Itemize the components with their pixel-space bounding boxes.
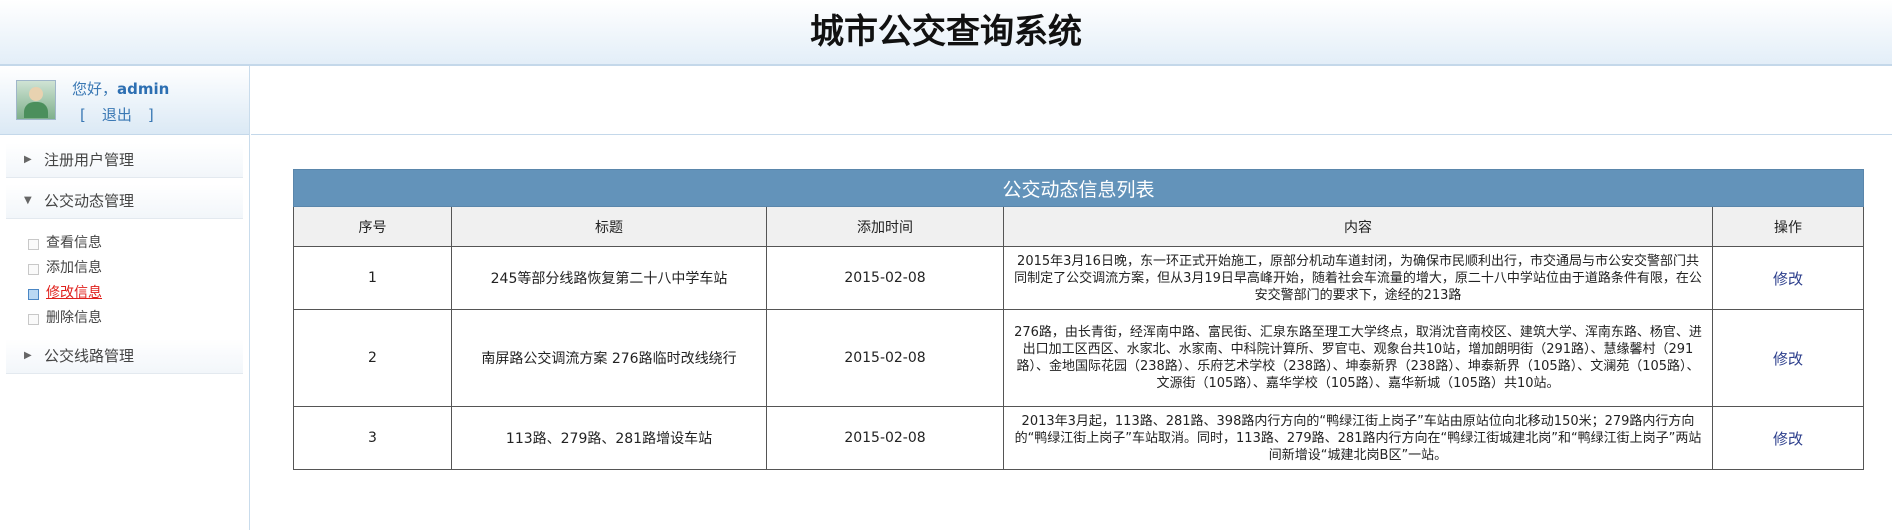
square-bullet-icon	[28, 264, 39, 275]
logout-link[interactable]: [ 退出]	[72, 104, 162, 125]
cell-no: 3	[293, 406, 452, 470]
avatar-body	[24, 102, 48, 118]
sidebar-item-delete[interactable]: 删除信息	[28, 306, 249, 331]
sidebar-item-view[interactable]: 查看信息	[28, 231, 249, 256]
table-caption: 公交动态信息列表	[293, 169, 1864, 207]
table-header-row: 序号 标题 添加时间 内容 操作	[293, 206, 1864, 247]
cell-date: 2015-02-08	[766, 406, 1004, 470]
cell-no: 1	[293, 246, 452, 310]
logout-label[interactable]: 退出	[102, 106, 132, 124]
top-bar	[251, 66, 1892, 135]
cell-title: 南屏路公交调流方案 276路临时改线绕行	[451, 309, 767, 407]
avatar-head	[29, 87, 43, 101]
triangle-down-icon: ▼	[24, 195, 32, 206]
user-name: admin	[117, 80, 170, 98]
app-title: 城市公交查询系统	[810, 12, 1082, 52]
col-header-action: 操作	[1712, 206, 1864, 247]
sidebar-section-routes[interactable]: ▶ 公交线路管理	[6, 339, 243, 374]
sidebar-subitems: 查看信息 添加信息 修改信息 删除信息	[0, 225, 249, 339]
cell-no: 2	[293, 309, 452, 407]
cell-date: 2015-02-08	[766, 246, 1004, 310]
square-bullet-icon	[28, 289, 39, 300]
sidebar-item-label: 修改信息	[46, 285, 102, 301]
col-header-content: 内容	[1003, 206, 1713, 247]
triangle-right-icon: ▶	[24, 350, 32, 361]
col-header-date: 添加时间	[766, 206, 1004, 247]
sidebar-item-add[interactable]: 添加信息	[28, 256, 249, 281]
edit-link[interactable]: 修改	[1712, 246, 1864, 310]
app-header: 城市公交查询系统	[0, 0, 1892, 66]
sidebar-section-label: 公交线路管理	[44, 347, 135, 365]
sidebar-section-label: 注册用户管理	[44, 151, 135, 169]
edit-link[interactable]: 修改	[1712, 309, 1864, 407]
info-table: 公交动态信息列表 序号 标题 添加时间 内容 操作 1 245等部分线路恢复第二…	[293, 169, 1864, 470]
logout-bracket-open: [	[80, 106, 86, 124]
col-header-no: 序号	[293, 206, 452, 247]
avatar	[16, 80, 56, 120]
table-row: 1 245等部分线路恢复第二十八中学车站 2015-02-08 2015年3月1…	[293, 246, 1864, 310]
square-bullet-icon	[28, 239, 39, 250]
user-box: 您好，admin [ 退出]	[0, 66, 249, 135]
sidebar-menu: ▶ 注册用户管理 ▼ 公交动态管理 查看信息 添加信息 修改信息 删除信息 ▶ …	[0, 135, 249, 374]
table-row: 3 113路、279路、281路增设车站 2015-02-08 2013年3月起…	[293, 406, 1864, 470]
sidebar-section-label: 公交动态管理	[44, 192, 135, 210]
sidebar-item-label: 添加信息	[46, 260, 102, 276]
sidebar-item-edit[interactable]: 修改信息	[28, 281, 249, 306]
cell-content: 2013年3月起，113路、281路、398路内行方向的“鸭绿江街上岗子”车站由…	[1003, 406, 1713, 470]
sidebar-item-label: 查看信息	[46, 235, 102, 251]
edit-link[interactable]: 修改	[1712, 406, 1864, 470]
triangle-right-icon: ▶	[24, 154, 32, 165]
cell-title: 245等部分线路恢复第二十八中学车站	[451, 246, 767, 310]
logout-bracket-close: ]	[147, 106, 154, 124]
table-row: 2 南屏路公交调流方案 276路临时改线绕行 2015-02-08 276路，由…	[293, 309, 1864, 407]
col-header-title: 标题	[451, 206, 767, 247]
cell-content: 276路，由长青街，经浑南中路、富民街、汇泉东路至理工大学终点，取消沈音南校区、…	[1003, 309, 1713, 407]
greeting-text: 您好，	[72, 80, 118, 98]
cell-content: 2015年3月16日晚，东一环正式开始施工，原部分机动车道封闭，为确保市民顺利出…	[1003, 246, 1713, 310]
square-bullet-icon	[28, 314, 39, 325]
greeting: 您好，admin	[72, 78, 169, 99]
sidebar-item-label: 删除信息	[46, 310, 102, 326]
cell-date: 2015-02-08	[766, 309, 1004, 407]
cell-title: 113路、279路、281路增设车站	[451, 406, 767, 470]
left-panel: 您好，admin [ 退出] ▶ 注册用户管理 ▼ 公交动态管理 查看信息 添加信…	[0, 66, 250, 530]
sidebar-section-users[interactable]: ▶ 注册用户管理	[6, 143, 243, 178]
sidebar-section-dynamic[interactable]: ▼ 公交动态管理	[6, 184, 243, 219]
